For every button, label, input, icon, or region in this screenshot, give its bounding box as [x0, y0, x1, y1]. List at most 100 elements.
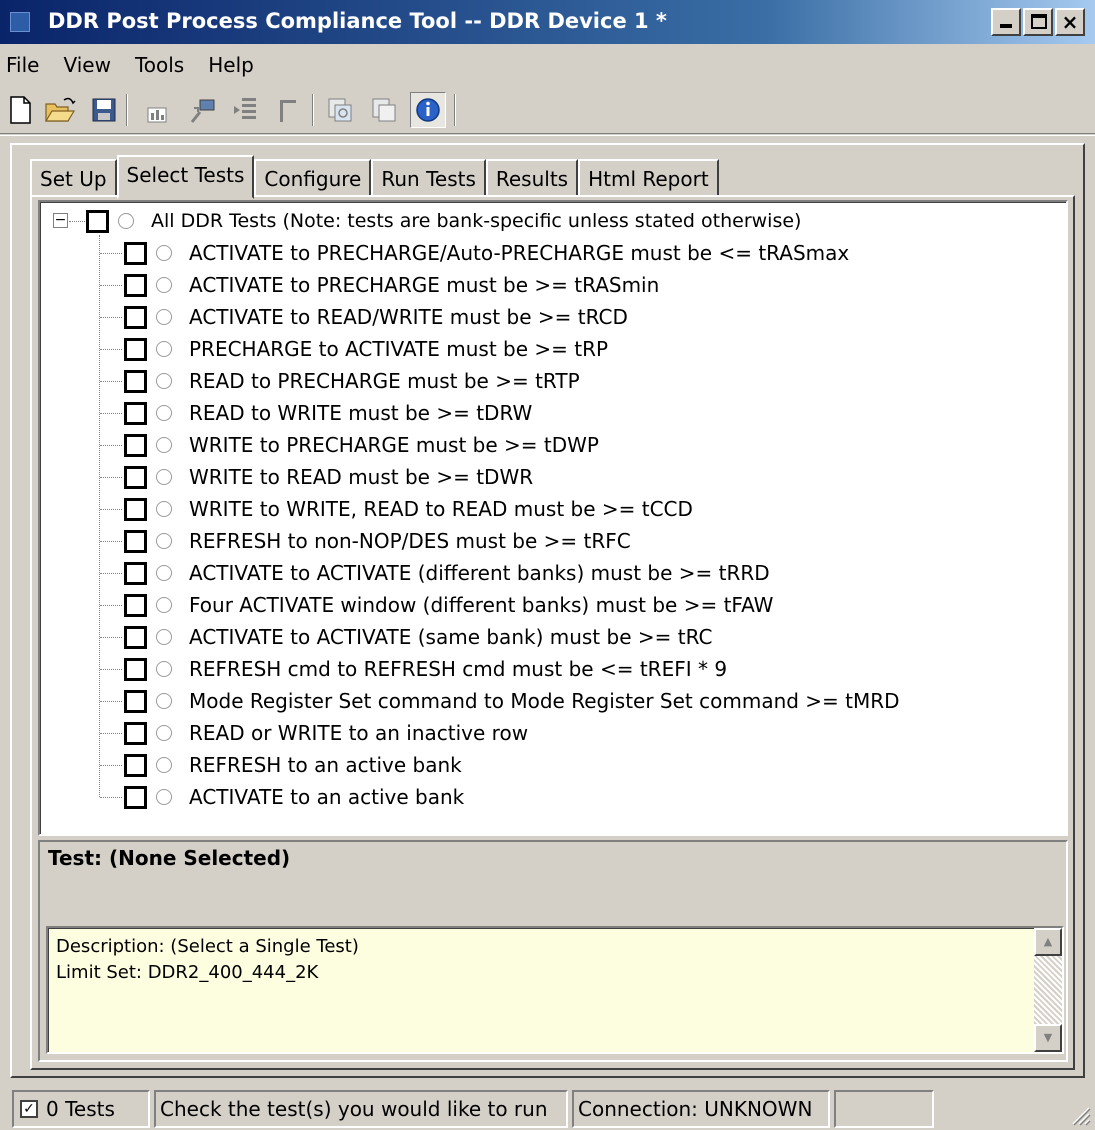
info-icon[interactable] [410, 92, 446, 128]
toolbar [0, 84, 1095, 136]
copy-icon[interactable] [322, 92, 358, 128]
test-item[interactable]: PRECHARGE to ACTIVATE must be >= tRP [124, 333, 608, 365]
new-file-icon[interactable] [2, 92, 38, 128]
bracket-icon[interactable] [270, 92, 306, 128]
test-label: WRITE to READ must be >= tDWR [189, 465, 534, 489]
tab-configure[interactable]: Configure [254, 159, 372, 197]
close-button[interactable]: × [1055, 8, 1085, 36]
tree-connector [100, 509, 122, 510]
test-status-icon [156, 693, 172, 709]
test-label: ACTIVATE to READ/WRITE must be >= tRCD [189, 305, 628, 329]
table-list-icon[interactable] [228, 92, 264, 128]
resize-grip-icon[interactable] [1069, 1104, 1091, 1126]
menu-file[interactable]: File [0, 53, 51, 77]
tree-connector [100, 381, 122, 382]
tree-connector [100, 477, 122, 478]
test-item[interactable]: REFRESH cmd to REFRESH cmd must be <= tR… [124, 653, 727, 685]
test-checkbox[interactable] [124, 657, 147, 681]
test-item[interactable]: ACTIVATE to ACTIVATE (different banks) m… [124, 557, 770, 589]
test-checkbox[interactable] [124, 593, 147, 617]
test-label: ACTIVATE to PRECHARGE must be >= tRASmin [189, 273, 660, 297]
tree-connector [100, 733, 122, 734]
test-label: WRITE to PRECHARGE must be >= tDWP [189, 433, 599, 457]
test-checkbox[interactable] [124, 305, 147, 329]
tab-html-report[interactable]: Html Report [578, 159, 719, 197]
tab-set-up[interactable]: Set Up [30, 159, 117, 197]
description-line: Description: (Select a Single Test) [56, 936, 359, 957]
test-checkbox[interactable] [124, 241, 147, 265]
test-checkbox[interactable] [124, 497, 147, 521]
test-checkbox[interactable] [124, 689, 147, 713]
tree-connector [99, 235, 100, 797]
tree-collapse-icon[interactable]: − [53, 213, 68, 228]
test-status-icon [156, 789, 172, 805]
test-item[interactable]: REFRESH to an active bank [124, 749, 462, 781]
test-status-icon [156, 437, 172, 453]
tab-results[interactable]: Results [485, 159, 579, 197]
scroll-down-button[interactable]: ▼ [1034, 1024, 1062, 1052]
test-item[interactable]: ACTIVATE to PRECHARGE must be >= tRASmin [124, 269, 659, 301]
title-bar[interactable]: DDR Post Process Compliance Tool -- DDR … [0, 0, 1095, 44]
test-checkbox[interactable] [124, 753, 147, 777]
test-label: PRECHARGE to ACTIVATE must be >= tRP [189, 337, 609, 361]
test-item[interactable]: READ or WRITE to an inactive row [124, 717, 528, 749]
test-item[interactable]: ACTIVATE to an active bank [124, 781, 464, 813]
minimize-button[interactable] [991, 8, 1021, 36]
test-checkbox[interactable] [124, 721, 147, 745]
maximize-button[interactable] [1023, 8, 1053, 36]
limit-set-line: Limit Set: DDR2_400_444_2K [56, 962, 319, 983]
scroll-up-button[interactable]: ▲ [1034, 928, 1062, 956]
root-checkbox[interactable] [86, 209, 109, 233]
test-item[interactable]: Four ACTIVATE window (different banks) m… [124, 589, 773, 621]
test-item[interactable]: WRITE to WRITE, READ to READ must be >= … [124, 493, 693, 525]
test-checkbox[interactable] [124, 529, 147, 553]
test-checkbox[interactable] [124, 433, 147, 457]
menu-view[interactable]: View [51, 53, 122, 77]
tree-connector [100, 349, 122, 350]
status-connection: Connection: UNKNOWN [572, 1090, 830, 1128]
tree-root-all-tests[interactable]: All DDR Tests (Note: tests are bank-spec… [86, 205, 801, 237]
test-label: REFRESH cmd to REFRESH cmd must be <= tR… [189, 657, 728, 681]
open-folder-icon[interactable] [42, 92, 78, 128]
duplicate-icon[interactable] [366, 92, 402, 128]
tree-connector [100, 669, 122, 670]
menu-tools[interactable]: Tools [123, 53, 196, 77]
description-scrollbar[interactable]: ▲ ▼ [1034, 928, 1062, 1052]
test-item[interactable]: READ to PRECHARGE must be >= tRTP [124, 365, 580, 397]
test-item[interactable]: READ to WRITE must be >= tDRW [124, 397, 532, 429]
tree-connector [100, 637, 122, 638]
test-item[interactable]: ACTIVATE to ACTIVATE (same bank) must be… [124, 621, 712, 653]
test-item[interactable]: Mode Register Set command to Mode Regist… [124, 685, 900, 717]
test-status-icon [156, 565, 172, 581]
description-box[interactable]: Description: (Select a Single Test) Limi… [46, 926, 1064, 1054]
maximize-icon [1031, 14, 1047, 29]
test-status-icon [156, 405, 172, 421]
tree-connector [69, 221, 85, 222]
bar-chart-icon[interactable] [140, 92, 176, 128]
tab-run-tests[interactable]: Run Tests [371, 159, 486, 197]
root-status-icon [118, 213, 134, 229]
test-item[interactable]: ACTIVATE to READ/WRITE must be >= tRCD [124, 301, 628, 333]
save-icon[interactable] [86, 92, 122, 128]
tab-strip: Set Up Select Tests Configure Run Tests … [30, 153, 719, 199]
tree-connector [100, 701, 122, 702]
test-checkbox[interactable] [124, 465, 147, 489]
test-item[interactable]: ACTIVATE to PRECHARGE/Auto-PRECHARGE mus… [124, 237, 849, 269]
test-status-icon [156, 757, 172, 773]
test-checkbox[interactable] [124, 561, 147, 585]
test-status-icon [156, 341, 172, 357]
test-checkbox[interactable] [124, 401, 147, 425]
test-checkbox[interactable] [124, 625, 147, 649]
test-checkbox[interactable] [124, 369, 147, 393]
test-checkbox[interactable] [124, 337, 147, 361]
tree-connector [100, 445, 122, 446]
test-item[interactable]: WRITE to READ must be >= tDWR [124, 461, 533, 493]
test-checkbox[interactable] [124, 273, 147, 297]
menu-help[interactable]: Help [196, 53, 266, 77]
export-chart-icon[interactable] [184, 92, 220, 128]
test-item[interactable]: REFRESH to non-NOP/DES must be >= tRFC [124, 525, 631, 557]
tab-select-tests[interactable]: Select Tests [116, 155, 255, 199]
status-check-icon: ✓ [20, 1100, 38, 1118]
test-checkbox[interactable] [124, 785, 147, 809]
test-item[interactable]: WRITE to PRECHARGE must be >= tDWP [124, 429, 599, 461]
